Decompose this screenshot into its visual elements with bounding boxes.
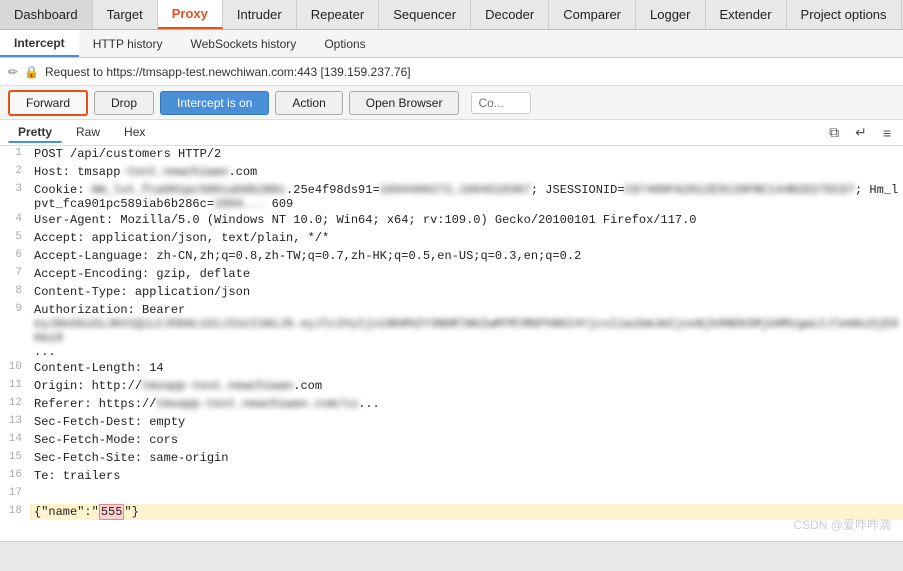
line-number: 14: [0, 432, 30, 445]
line-content: Sec-Fetch-Dest: empty: [30, 414, 903, 430]
line-content: User-Agent: Mozilla/5.0 (Windows NT 10.0…: [30, 212, 903, 228]
comment-input[interactable]: [471, 92, 531, 114]
table-row: 4User-Agent: Mozilla/5.0 (Windows NT 10.…: [0, 212, 903, 230]
line-number: 13: [0, 414, 30, 427]
line-content: Te: trailers: [30, 468, 903, 484]
subnav-http-history[interactable]: HTTP history: [79, 30, 177, 57]
table-row: 12Referer: https://tmsapp-test.newchiwan…: [0, 396, 903, 414]
line-number: 17: [0, 486, 30, 499]
nav-extender[interactable]: Extender: [706, 0, 787, 29]
info-bar: ✏ 🔒 Request to https://tmsapp-test.newch…: [0, 58, 903, 86]
copy-icon[interactable]: ⧉: [825, 122, 843, 143]
nav-dashboard[interactable]: Dashboard: [0, 0, 93, 29]
table-row: 7Accept-Encoding: gzip, deflate: [0, 266, 903, 284]
tab-pretty[interactable]: Pretty: [8, 123, 62, 143]
table-row: 17: [0, 486, 903, 504]
content-area[interactable]: 1POST /api/customers HTTP/22Host: tmsapp…: [0, 146, 903, 541]
edit-icon[interactable]: ✏: [8, 65, 18, 79]
line-number: 12: [0, 396, 30, 409]
line-content: Origin: http://tmsapp-test.newchiwan.com: [30, 378, 903, 394]
nav-sequencer[interactable]: Sequencer: [379, 0, 471, 29]
subnav-options[interactable]: Options: [310, 30, 379, 57]
nav-decoder[interactable]: Decoder: [471, 0, 549, 29]
nav-repeater[interactable]: Repeater: [297, 0, 379, 29]
nav-project-options[interactable]: Project options: [787, 0, 902, 29]
line-content: [30, 486, 903, 488]
wrap-icon[interactable]: ↵: [851, 122, 871, 143]
sub-nav: Intercept HTTP history WebSockets histor…: [0, 30, 903, 58]
table-row: 16Te: trailers: [0, 468, 903, 486]
table-row: 5Accept: application/json, text/plain, *…: [0, 230, 903, 248]
tab-raw[interactable]: Raw: [66, 123, 110, 143]
line-content: Cookie: Hm_lvt_fca901pc589iab6b286c.25e4…: [30, 182, 903, 212]
table-row: 3Cookie: Hm_lvt_fca901pc589iab6b286c.25e…: [0, 182, 903, 212]
action-bar: Forward Drop Intercept is on Action Open…: [0, 86, 903, 120]
more-icon[interactable]: ≡: [879, 123, 895, 143]
action-button[interactable]: Action: [275, 91, 342, 115]
line-number: 9: [0, 302, 30, 315]
line-content: Accept: application/json, text/plain, */…: [30, 230, 903, 246]
subnav-intercept[interactable]: Intercept: [0, 30, 79, 57]
open-browser-button[interactable]: Open Browser: [349, 91, 460, 115]
line-content: Referer: https://tmsapp-test.newchiwan.c…: [30, 396, 903, 412]
nav-proxy[interactable]: Proxy: [158, 0, 223, 29]
tab-hex[interactable]: Hex: [114, 123, 155, 143]
line-number: 8: [0, 284, 30, 297]
line-content: Host: tmsapp-test.newchiwan.com: [30, 164, 903, 180]
line-number: 15: [0, 450, 30, 463]
line-number: 6: [0, 248, 30, 261]
line-number: 11: [0, 378, 30, 391]
subnav-websockets-history[interactable]: WebSockets history: [176, 30, 310, 57]
line-number: 3: [0, 182, 30, 195]
line-number: 4: [0, 212, 30, 225]
line-number: 5: [0, 230, 30, 243]
line-content: Content-Type: application/json: [30, 284, 903, 300]
line-number: 16: [0, 468, 30, 481]
line-content: Sec-Fetch-Mode: cors: [30, 432, 903, 448]
watermark: CSDN @爱咋咋滴: [793, 516, 891, 533]
line-number: 18: [0, 504, 30, 517]
table-row: 11Origin: http://tmsapp-test.newchiwan.c…: [0, 378, 903, 396]
drop-button[interactable]: Drop: [94, 91, 154, 115]
table-row: 6Accept-Language: zh-CN,zh;q=0.8,zh-TW;q…: [0, 248, 903, 266]
table-row: 9Authorization: Bearer eyJ0eXAiOiJKV1QiL…: [0, 302, 903, 360]
line-content: POST /api/customers HTTP/2: [30, 146, 903, 162]
lock-icon: 🔒: [24, 65, 39, 79]
nav-comparer[interactable]: Comparer: [549, 0, 636, 29]
table-row: 18{"name":"555"}: [0, 504, 903, 522]
line-number: 1: [0, 146, 30, 159]
line-content: Authorization: Bearer eyJ0eXAiOiJKV1QiLC…: [30, 302, 903, 360]
table-row: 8Content-Type: application/json: [0, 284, 903, 302]
format-tabs: Pretty Raw Hex ⧉ ↵ ≡: [0, 120, 903, 146]
table-row: 2Host: tmsapp-test.newchiwan.com: [0, 164, 903, 182]
table-row: 15Sec-Fetch-Site: same-origin: [0, 450, 903, 468]
table-row: 13Sec-Fetch-Dest: empty: [0, 414, 903, 432]
line-content: Accept-Language: zh-CN,zh;q=0.8,zh-TW;q=…: [30, 248, 903, 264]
top-nav: Dashboard Target Proxy Intruder Repeater…: [0, 0, 903, 30]
request-url: Request to https://tmsapp-test.newchiwan…: [45, 65, 411, 79]
line-number: 10: [0, 360, 30, 373]
intercept-button[interactable]: Intercept is on: [160, 91, 269, 115]
line-content: {"name":"555"}: [30, 504, 903, 520]
table-row: 14Sec-Fetch-Mode: cors: [0, 432, 903, 450]
line-content: Accept-Encoding: gzip, deflate: [30, 266, 903, 282]
line-number: 2: [0, 164, 30, 177]
nav-logger[interactable]: Logger: [636, 0, 705, 29]
line-content: Sec-Fetch-Site: same-origin: [30, 450, 903, 466]
nav-target[interactable]: Target: [93, 0, 158, 29]
forward-button[interactable]: Forward: [8, 90, 88, 116]
line-number: 7: [0, 266, 30, 279]
table-row: 10Content-Length: 14: [0, 360, 903, 378]
line-content: Content-Length: 14: [30, 360, 903, 376]
table-row: 1POST /api/customers HTTP/2: [0, 146, 903, 164]
nav-intruder[interactable]: Intruder: [223, 0, 297, 29]
bottom-bar: [0, 541, 903, 571]
